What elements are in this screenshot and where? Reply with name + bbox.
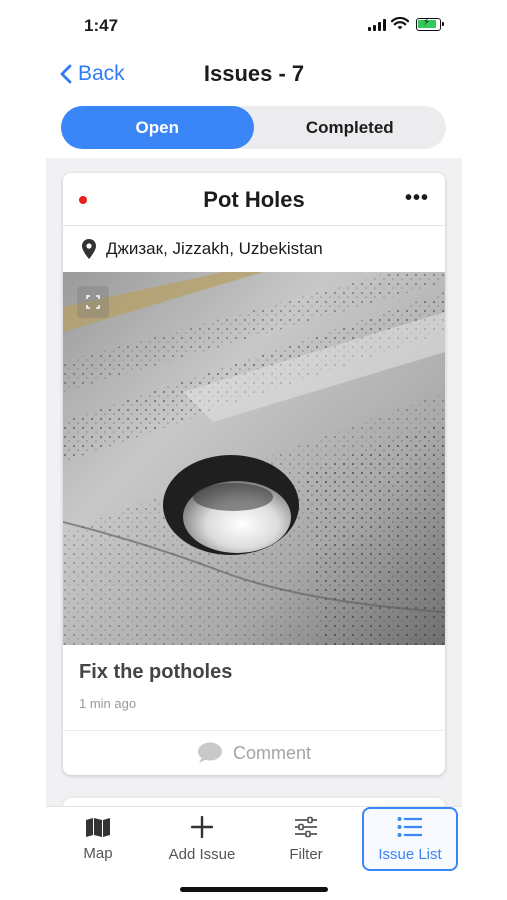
segment-completed[interactable]: Completed [254,106,447,149]
location-text: Джизак, Jizzakh, Uzbekistan [106,239,323,258]
issue-description: Fix the potholes [79,661,233,683]
pothole-image [63,272,445,645]
issue-body: Fix the potholes 1 min ago [63,645,445,731]
tab-map-label: Map [83,844,113,862]
tab-add-issue-label: Add Issue [168,845,236,863]
location-pin-icon [82,239,96,259]
issue-photo[interactable] [63,272,445,645]
status-segmented-control: Open Completed [61,106,446,149]
home-indicator[interactable] [180,887,328,892]
issue-title: Pot Holes [203,187,305,212]
app-screen: 1:47 ⚡ Back Issues - 7 Open Completed Po… [46,0,462,900]
tab-issue-list-label: Issue List [378,845,442,863]
issue-timestamp: 1 min ago [79,696,137,711]
sliders-icon [295,816,317,837]
list-icon [397,816,422,837]
comment-bubble-icon [197,742,222,763]
wifi-icon [391,16,409,30]
battery-icon: ⚡ [416,17,444,31]
tab-filter-label: Filter [289,845,323,863]
tab-bar: Map Add Issue Filter Issue List [46,806,462,900]
tab-map[interactable]: Map [50,807,146,871]
issue-card[interactable]: Pot Holes ••• Джизак, Jizzakh, Uzbekista… [63,173,445,775]
issue-location: Джизак, Jizzakh, Uzbekistan [63,226,445,272]
expand-icon[interactable] [77,286,109,318]
cellular-signal-icon [368,19,386,31]
segment-open[interactable]: Open [61,106,254,149]
plus-icon [191,815,213,838]
issue-card-header: Pot Holes ••• [63,173,445,226]
phone-screen: 1:47 ⚡ Back Issues - 7 Open Completed Po… [0,0,507,900]
status-bar: 1:47 ⚡ [46,0,462,52]
comment-label: Comment [232,742,312,763]
tab-filter[interactable]: Filter [258,807,354,871]
comment-button[interactable]: Comment [63,731,445,775]
issue-list[interactable]: Pot Holes ••• Джизак, Jizzakh, Uzbekista… [46,158,462,806]
page-title: Issues - 7 [203,61,305,86]
more-options-icon[interactable]: ••• [405,187,429,210]
map-icon [86,817,110,837]
tab-add-issue[interactable]: Add Issue [152,807,252,871]
status-time: 1:47 [84,16,119,35]
issue-card[interactable] [63,798,445,806]
navigation-bar: Back Issues - 7 [46,52,462,98]
tab-issue-list[interactable]: Issue List [362,807,458,871]
